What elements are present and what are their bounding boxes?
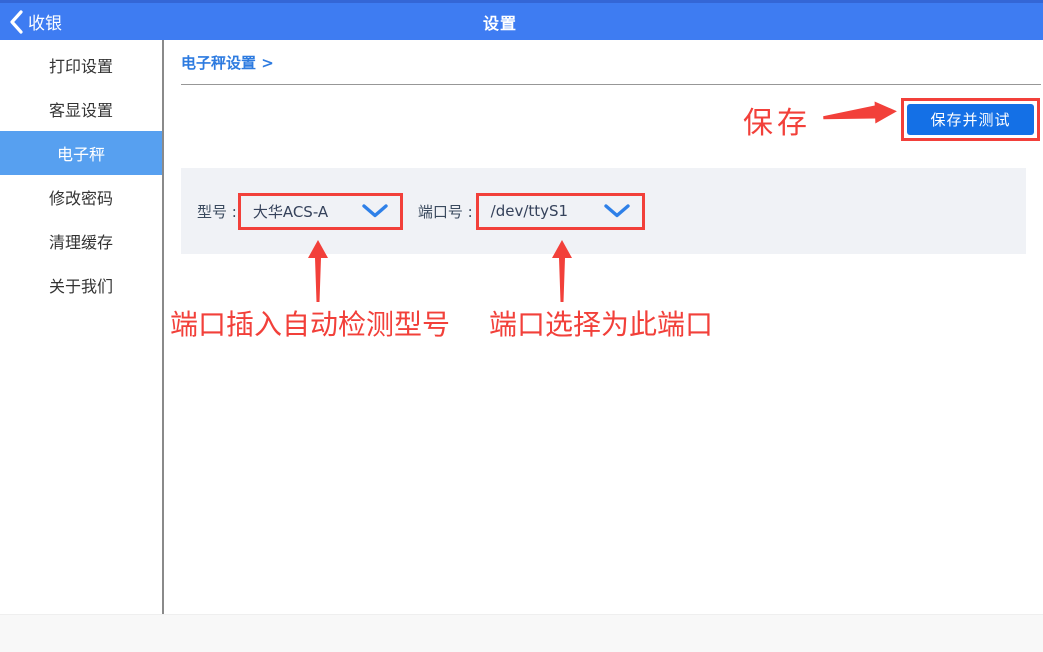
scale-settings-screen: 收银 设置 打印设置 客显设置 电子秤 修改密码 清理缓存 关于我们 电子秤设置… [0, 0, 1043, 652]
sidebar-item-print-settings[interactable]: 打印设置 [0, 43, 162, 87]
sidebar-divider [162, 40, 164, 614]
sidebar-item-customer-display[interactable]: 客显设置 [0, 87, 162, 131]
model-dropdown[interactable]: 大华ACS-A [238, 193, 403, 230]
port-label: 端口号 : [418, 201, 473, 222]
save-annotation-text: 保存 [743, 98, 811, 142]
model-dropdown-value: 大华ACS-A [253, 201, 328, 222]
port-dropdown[interactable]: /dev/ttyS1 [476, 193, 645, 230]
sidebar: 打印设置 客显设置 电子秤 修改密码 清理缓存 关于我们 [0, 43, 162, 307]
page-title: 设置 [0, 3, 1000, 40]
port-annotation-text: 端口选择为此端口 [489, 303, 713, 343]
scale-config-row: 型号 : 大华ACS-A 端口号 : /dev/ttyS1 [181, 168, 1026, 254]
chevron-down-icon [604, 204, 630, 218]
sidebar-item-clear-cache[interactable]: 清理缓存 [0, 219, 162, 263]
save-and-test-button[interactable]: 保存并测试 [907, 104, 1034, 135]
top-bar: 收银 设置 [0, 0, 1043, 40]
sidebar-item-electronic-scale[interactable]: 电子秤 [0, 131, 162, 175]
save-arrow-icon [823, 101, 898, 127]
save-button-highlight-rect: 保存并测试 [901, 98, 1040, 141]
content-divider [181, 84, 1041, 85]
bottom-bar [0, 614, 1043, 652]
sidebar-item-about-us[interactable]: 关于我们 [0, 263, 162, 307]
breadcrumb[interactable]: 电子秤设置 > [181, 52, 274, 73]
chevron-down-icon [362, 204, 388, 218]
model-label: 型号 : [197, 201, 237, 222]
model-annotation-text: 端口插入自动检测型号 [170, 303, 450, 343]
port-dropdown-value: /dev/ttyS1 [491, 202, 568, 220]
sidebar-item-change-password[interactable]: 修改密码 [0, 175, 162, 219]
